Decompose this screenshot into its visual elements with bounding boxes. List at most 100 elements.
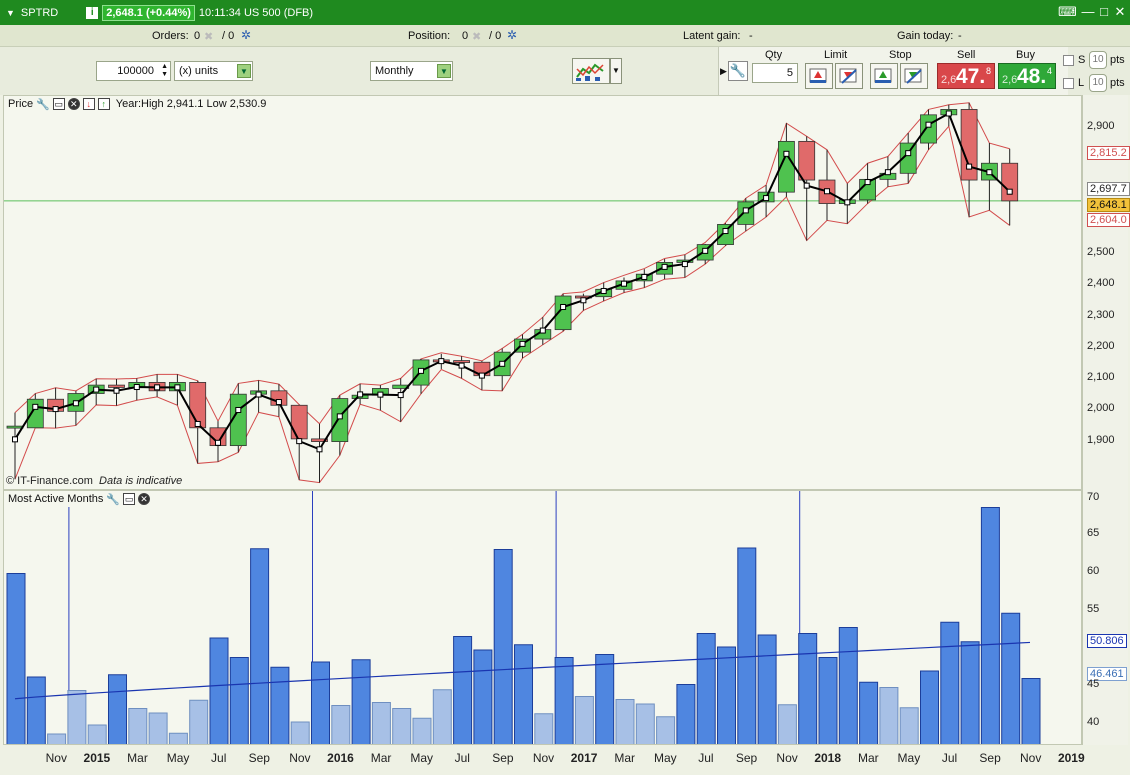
volume-bar bbox=[432, 689, 452, 744]
latent-gain-value: - bbox=[749, 30, 753, 42]
volume-settings-icon[interactable]: 🔧 bbox=[106, 493, 120, 506]
volume-window-icon[interactable]: ▭ bbox=[123, 493, 136, 505]
buy-price-main: 48. bbox=[1017, 65, 1047, 88]
price-y-label: 2,300 bbox=[1087, 309, 1115, 321]
volume-bar bbox=[899, 707, 919, 744]
menu-caret-icon[interactable]: ▼ bbox=[6, 8, 15, 18]
limit-buy-button[interactable] bbox=[805, 63, 833, 89]
period-value: Monthly bbox=[375, 65, 414, 77]
position-label: Position: bbox=[408, 30, 451, 42]
stop-buy-icon bbox=[874, 68, 892, 83]
price-y-axis: 2,900 2,815.2 2,697.7 2,648.1 2,604.0 2,… bbox=[1082, 95, 1130, 490]
units-dropdown-icon[interactable]: ▼ bbox=[237, 64, 251, 78]
volume-bar bbox=[534, 713, 554, 744]
typical-price-point bbox=[763, 195, 770, 202]
price-close-icon[interactable]: ✕ bbox=[67, 98, 80, 110]
chart-type-button[interactable] bbox=[572, 58, 610, 84]
quantity-stepper-icon[interactable]: ▲ ▼ bbox=[161, 63, 168, 79]
volume-bar bbox=[717, 646, 736, 744]
stop-checkbox-label: S bbox=[1078, 54, 1086, 66]
volume-chart-panel[interactable]: Most Active Months 🔧 ▭ ✕ bbox=[3, 490, 1082, 745]
x-axis-label: 2017 bbox=[570, 751, 598, 765]
units-select[interactable]: (x) units ▼ bbox=[174, 61, 253, 81]
period-select[interactable]: Monthly ▼ bbox=[370, 61, 453, 81]
typical-price-point bbox=[12, 436, 18, 443]
stop-pts-input[interactable]: 10 bbox=[1089, 51, 1107, 69]
quantity-input[interactable]: 100000 ▲ ▼ bbox=[96, 61, 171, 81]
x-axis-label: Mar bbox=[857, 751, 879, 765]
x-axis-label: Jul bbox=[698, 751, 714, 765]
volume-bar bbox=[980, 507, 1000, 744]
limit-pts-input[interactable]: 10 bbox=[1089, 74, 1107, 92]
x-axis-label: Sep bbox=[735, 751, 758, 765]
price-window-icon[interactable]: ▭ bbox=[52, 98, 65, 110]
typical-price-point bbox=[32, 403, 39, 410]
volume-bar bbox=[960, 641, 980, 744]
qty-input[interactable]: 5 bbox=[752, 63, 798, 83]
buy-price-button[interactable]: 2,6 48. 4 bbox=[998, 63, 1056, 89]
candle-down bbox=[290, 404, 308, 440]
keyboard-icon[interactable]: ⌨ bbox=[1058, 5, 1077, 19]
minimize-icon[interactable]: — bbox=[1080, 5, 1096, 19]
orders-settings-icon[interactable]: ✲ bbox=[241, 28, 251, 42]
volume-bar bbox=[595, 654, 615, 744]
candle-up bbox=[920, 114, 937, 144]
settings-wrench-button[interactable]: 🔧 bbox=[728, 61, 748, 81]
volume-bar bbox=[128, 708, 148, 744]
stop-buy-button[interactable] bbox=[870, 63, 898, 89]
info-icon[interactable]: i bbox=[86, 6, 99, 19]
chart-type-dropdown-icon[interactable]: ▼ bbox=[610, 58, 622, 84]
volume-y-label: 70 bbox=[1087, 491, 1100, 503]
typical-price-point bbox=[235, 406, 242, 413]
volume-bar bbox=[554, 657, 574, 744]
limit-buy-icon bbox=[809, 68, 827, 83]
volume-bar bbox=[473, 649, 493, 744]
instrument-code[interactable]: SPTRD bbox=[21, 7, 58, 19]
volume-y-label: 40 bbox=[1087, 716, 1100, 728]
typical-price-point bbox=[336, 413, 343, 420]
volume-bar bbox=[351, 659, 371, 744]
volume-bar bbox=[493, 549, 513, 744]
typical-price-point bbox=[641, 273, 648, 280]
typical-price-point bbox=[438, 358, 445, 365]
volume-y-label: 60 bbox=[1087, 565, 1100, 577]
limit-sell-button[interactable] bbox=[835, 63, 863, 89]
stop-sell-button[interactable] bbox=[900, 63, 928, 89]
sell-price-main: 47. bbox=[956, 65, 986, 88]
volume-bar bbox=[168, 732, 188, 744]
typical-price-point bbox=[215, 439, 221, 446]
volume-bar bbox=[879, 687, 899, 744]
x-axis-label: May bbox=[410, 751, 434, 765]
position-settings-icon[interactable]: ✲ bbox=[507, 28, 517, 42]
close-icon[interactable]: ✕ bbox=[1112, 5, 1128, 19]
data-disclaimer: Data is indicative bbox=[99, 475, 183, 487]
trading-window: ▼ SPTRD i 2,648.1 (+0.44%) 10:11:34 US 5… bbox=[0, 0, 1130, 775]
gain-today-value: - bbox=[958, 30, 962, 42]
buy-header: Buy bbox=[1016, 49, 1035, 61]
price-chart-panel[interactable]: Price 🔧 ▭ ✕ ↓ ↑ Year:High 2,941.1 Low 2,… bbox=[3, 95, 1082, 490]
position-clear-icon[interactable]: ✖ bbox=[472, 30, 481, 43]
price-settings-icon[interactable]: 🔧 bbox=[36, 98, 50, 111]
limit-checkbox[interactable] bbox=[1063, 78, 1074, 89]
orders-clear-icon[interactable]: ✖ bbox=[204, 30, 213, 43]
volume-bar bbox=[676, 684, 696, 744]
typical-price-point bbox=[824, 188, 830, 195]
volume-tag-average: 50.806 bbox=[1087, 634, 1127, 648]
price-sell-alert-icon[interactable]: ↓ bbox=[82, 98, 95, 110]
volume-close-icon[interactable]: ✕ bbox=[138, 493, 151, 505]
typical-price-point bbox=[519, 340, 526, 347]
price-buy-alert-icon[interactable]: ↑ bbox=[97, 98, 110, 110]
sell-price-suffix: 8 bbox=[985, 66, 991, 76]
typical-price-point bbox=[113, 387, 120, 394]
collapse-arrow-icon[interactable]: ▶ bbox=[720, 66, 727, 77]
price-y-label: 2,000 bbox=[1087, 402, 1115, 414]
period-dropdown-icon[interactable]: ▼ bbox=[437, 64, 451, 78]
sell-price-button[interactable]: 2,6 47. 8 bbox=[937, 63, 995, 89]
stop-checkbox[interactable] bbox=[1063, 55, 1074, 66]
maximize-icon[interactable]: □ bbox=[1096, 5, 1112, 19]
volume-y-axis: 70 65 60 55 50.806 46.461 45 40 bbox=[1082, 490, 1128, 745]
x-axis-label: Nov bbox=[532, 751, 555, 765]
limit-pts-label: pts bbox=[1110, 77, 1125, 89]
sell-price-prefix: 2,6 bbox=[941, 74, 957, 86]
typical-price-point bbox=[560, 304, 567, 311]
